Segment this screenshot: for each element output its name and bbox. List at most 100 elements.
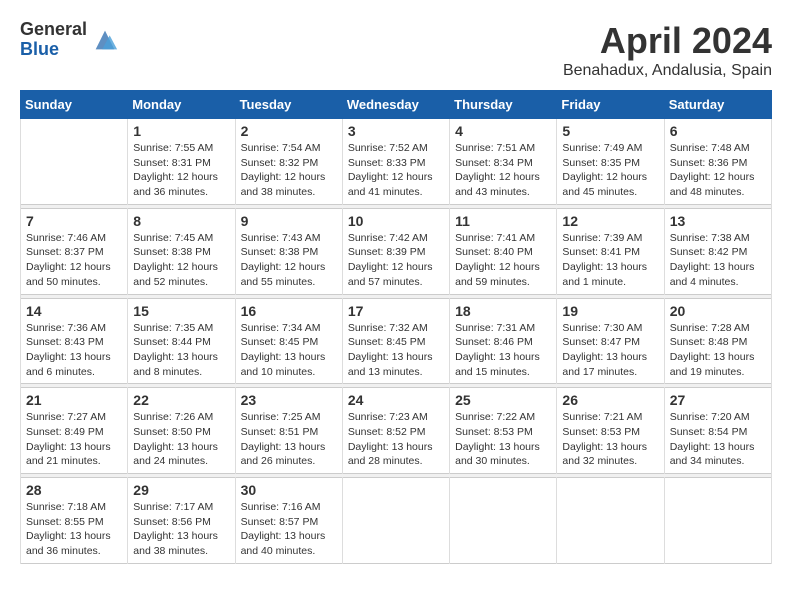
logo-general-text: General — [20, 20, 87, 40]
calendar-cell: 20 Sunrise: 7:28 AM Sunset: 8:48 PM Dayli… — [664, 298, 771, 384]
day-header-friday: Friday — [557, 91, 664, 119]
calendar-cell: 24 Sunrise: 7:23 AM Sunset: 8:52 PM Dayli… — [342, 388, 449, 474]
day-info: Sunrise: 7:51 AM Sunset: 8:34 PM Dayligh… — [455, 141, 551, 200]
calendar-cell: 30 Sunrise: 7:16 AM Sunset: 8:57 PM Dayli… — [235, 478, 342, 564]
day-info: Sunrise: 7:27 AM Sunset: 8:49 PM Dayligh… — [26, 410, 122, 469]
calendar-cell — [21, 119, 128, 205]
week-row-5: 28Sunrise: 7:18 AM Sunset: 8:55 PM Dayli… — [21, 478, 772, 564]
day-number: 22 — [133, 392, 229, 408]
calendar-cell: 27Sunrise: 7:20 AM Sunset: 8:54 PM Dayli… — [664, 388, 771, 474]
calendar-cell: 19 Sunrise: 7:30 AM Sunset: 8:47 PM Dayli… — [557, 298, 664, 384]
week-row-3: 14 Sunrise: 7:36 AM Sunset: 8:43 PM Dayli… — [21, 298, 772, 384]
calendar-cell — [342, 478, 449, 564]
day-number: 30 — [241, 482, 337, 498]
calendar-cell: 28Sunrise: 7:18 AM Sunset: 8:55 PM Dayli… — [21, 478, 128, 564]
day-info: Sunrise: 7:36 AM Sunset: 8:43 PM Dayligh… — [26, 321, 122, 380]
calendar-cell: 22Sunrise: 7:26 AM Sunset: 8:50 PM Dayli… — [128, 388, 235, 474]
day-number: 23 — [241, 392, 337, 408]
day-info: Sunrise: 7:39 AM Sunset: 8:41 PM Dayligh… — [562, 231, 658, 290]
calendar-cell: 25 Sunrise: 7:22 AM Sunset: 8:53 PM Dayli… — [450, 388, 557, 474]
day-number: 6 — [670, 123, 766, 139]
day-number: 4 — [455, 123, 551, 139]
day-number: 5 — [562, 123, 658, 139]
day-info: Sunrise: 7:46 AM Sunset: 8:37 PM Dayligh… — [26, 231, 122, 290]
day-number: 15 — [133, 303, 229, 319]
day-info: Sunrise: 7:32 AM Sunset: 8:45 PM Dayligh… — [348, 321, 444, 380]
calendar-cell — [664, 478, 771, 564]
week-row-4: 21 Sunrise: 7:27 AM Sunset: 8:49 PM Dayli… — [21, 388, 772, 474]
day-number: 7 — [26, 213, 122, 229]
day-header-tuesday: Tuesday — [235, 91, 342, 119]
calendar-cell: 13 Sunrise: 7:38 AM Sunset: 8:42 PM Dayli… — [664, 208, 771, 294]
day-info: Sunrise: 7:54 AM Sunset: 8:32 PM Dayligh… — [241, 141, 337, 200]
day-number: 20 — [670, 303, 766, 319]
calendar-header-row: SundayMondayTuesdayWednesdayThursdayFrid… — [21, 91, 772, 119]
day-info: Sunrise: 7:48 AM Sunset: 8:36 PM Dayligh… — [670, 141, 766, 200]
calendar-cell: 16 Sunrise: 7:34 AM Sunset: 8:45 PM Dayli… — [235, 298, 342, 384]
week-row-1: 1 Sunrise: 7:55 AM Sunset: 8:31 PM Daylig… — [21, 119, 772, 205]
day-number: 16 — [241, 303, 337, 319]
day-number: 12 — [562, 213, 658, 229]
location-title: Benahadux, Andalusia, Spain — [563, 62, 772, 80]
calendar-cell: 1 Sunrise: 7:55 AM Sunset: 8:31 PM Daylig… — [128, 119, 235, 205]
calendar-cell: 5Sunrise: 7:49 AM Sunset: 8:35 PM Daylig… — [557, 119, 664, 205]
day-header-thursday: Thursday — [450, 91, 557, 119]
calendar-table: SundayMondayTuesdayWednesdayThursdayFrid… — [20, 90, 772, 564]
day-info: Sunrise: 7:23 AM Sunset: 8:52 PM Dayligh… — [348, 410, 444, 469]
day-header-saturday: Saturday — [664, 91, 771, 119]
calendar-cell — [450, 478, 557, 564]
header: General Blue April 2024 Benahadux, Andal… — [20, 20, 772, 80]
day-info: Sunrise: 7:34 AM Sunset: 8:45 PM Dayligh… — [241, 321, 337, 380]
calendar-cell: 7 Sunrise: 7:46 AM Sunset: 8:37 PM Daylig… — [21, 208, 128, 294]
calendar-cell: 15 Sunrise: 7:35 AM Sunset: 8:44 PM Dayli… — [128, 298, 235, 384]
calendar-cell: 21 Sunrise: 7:27 AM Sunset: 8:49 PM Dayli… — [21, 388, 128, 474]
calendar-cell: 14 Sunrise: 7:36 AM Sunset: 8:43 PM Dayli… — [21, 298, 128, 384]
day-number: 3 — [348, 123, 444, 139]
day-number: 25 — [455, 392, 551, 408]
day-info: Sunrise: 7:30 AM Sunset: 8:47 PM Dayligh… — [562, 321, 658, 380]
day-number: 9 — [241, 213, 337, 229]
day-number: 29 — [133, 482, 229, 498]
day-number: 24 — [348, 392, 444, 408]
day-number: 26 — [562, 392, 658, 408]
calendar-cell: 6 Sunrise: 7:48 AM Sunset: 8:36 PM Daylig… — [664, 119, 771, 205]
calendar-cell: 10Sunrise: 7:42 AM Sunset: 8:39 PM Dayli… — [342, 208, 449, 294]
calendar-cell — [557, 478, 664, 564]
calendar-cell: 12 Sunrise: 7:39 AM Sunset: 8:41 PM Dayli… — [557, 208, 664, 294]
day-info: Sunrise: 7:28 AM Sunset: 8:48 PM Dayligh… — [670, 321, 766, 380]
day-number: 28 — [26, 482, 122, 498]
logo-icon — [91, 26, 119, 54]
calendar-cell: 4 Sunrise: 7:51 AM Sunset: 8:34 PM Daylig… — [450, 119, 557, 205]
day-info: Sunrise: 7:35 AM Sunset: 8:44 PM Dayligh… — [133, 321, 229, 380]
day-info: Sunrise: 7:17 AM Sunset: 8:56 PM Dayligh… — [133, 500, 229, 559]
day-info: Sunrise: 7:38 AM Sunset: 8:42 PM Dayligh… — [670, 231, 766, 290]
day-number: 13 — [670, 213, 766, 229]
title-area: April 2024 Benahadux, Andalusia, Spain — [563, 20, 772, 80]
day-info: Sunrise: 7:42 AM Sunset: 8:39 PM Dayligh… — [348, 231, 444, 290]
day-number: 14 — [26, 303, 122, 319]
day-number: 19 — [562, 303, 658, 319]
day-info: Sunrise: 7:16 AM Sunset: 8:57 PM Dayligh… — [241, 500, 337, 559]
calendar-cell: 8Sunrise: 7:45 AM Sunset: 8:38 PM Daylig… — [128, 208, 235, 294]
day-number: 17 — [348, 303, 444, 319]
day-header-wednesday: Wednesday — [342, 91, 449, 119]
logo-blue-text: Blue — [20, 40, 87, 60]
day-info: Sunrise: 7:43 AM Sunset: 8:38 PM Dayligh… — [241, 231, 337, 290]
day-info: Sunrise: 7:55 AM Sunset: 8:31 PM Dayligh… — [133, 141, 229, 200]
day-number: 1 — [133, 123, 229, 139]
day-info: Sunrise: 7:31 AM Sunset: 8:46 PM Dayligh… — [455, 321, 551, 380]
calendar-cell: 17 Sunrise: 7:32 AM Sunset: 8:45 PM Dayli… — [342, 298, 449, 384]
calendar-cell: 2Sunrise: 7:54 AM Sunset: 8:32 PM Daylig… — [235, 119, 342, 205]
calendar-cell: 23 Sunrise: 7:25 AM Sunset: 8:51 PM Dayli… — [235, 388, 342, 474]
logo: General Blue — [20, 20, 119, 60]
day-number: 21 — [26, 392, 122, 408]
calendar-cell: 11Sunrise: 7:41 AM Sunset: 8:40 PM Dayli… — [450, 208, 557, 294]
day-info: Sunrise: 7:25 AM Sunset: 8:51 PM Dayligh… — [241, 410, 337, 469]
calendar-cell: 9 Sunrise: 7:43 AM Sunset: 8:38 PM Daylig… — [235, 208, 342, 294]
day-number: 18 — [455, 303, 551, 319]
day-info: Sunrise: 7:52 AM Sunset: 8:33 PM Dayligh… — [348, 141, 444, 200]
day-info: Sunrise: 7:22 AM Sunset: 8:53 PM Dayligh… — [455, 410, 551, 469]
day-info: Sunrise: 7:21 AM Sunset: 8:53 PM Dayligh… — [562, 410, 658, 469]
calendar-cell: 18 Sunrise: 7:31 AM Sunset: 8:46 PM Dayli… — [450, 298, 557, 384]
calendar-body: 1 Sunrise: 7:55 AM Sunset: 8:31 PM Daylig… — [21, 119, 772, 564]
